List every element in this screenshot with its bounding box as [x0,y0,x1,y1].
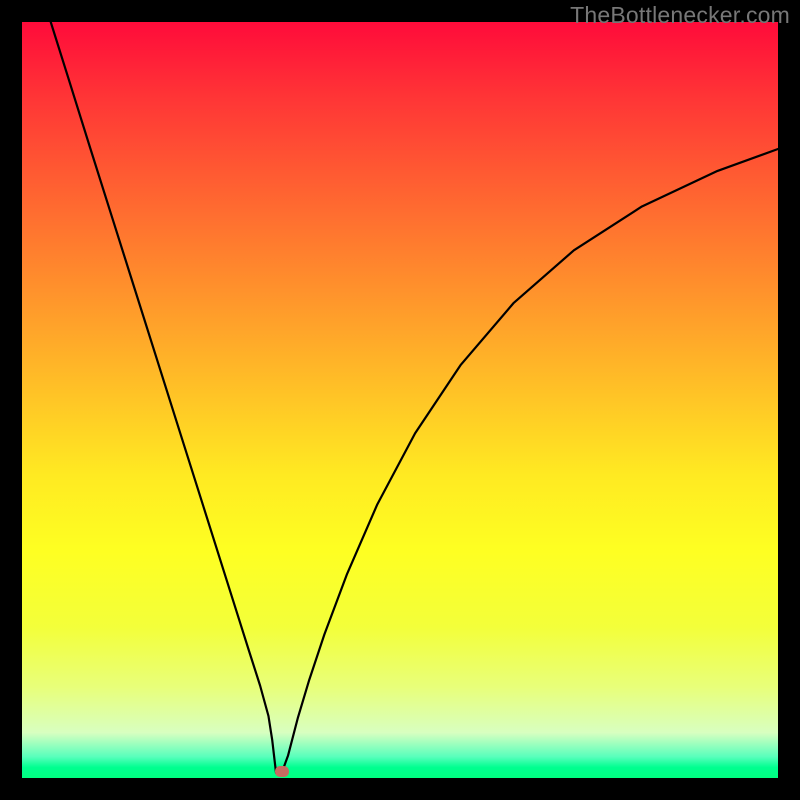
plot-area [22,22,778,778]
watermark-text: TheBottlenecker.com [570,2,790,29]
bottleneck-curve [51,22,778,773]
curve-svg [22,22,778,778]
chart-frame: TheBottlenecker.com [0,0,800,800]
optimal-point-marker [275,766,289,777]
